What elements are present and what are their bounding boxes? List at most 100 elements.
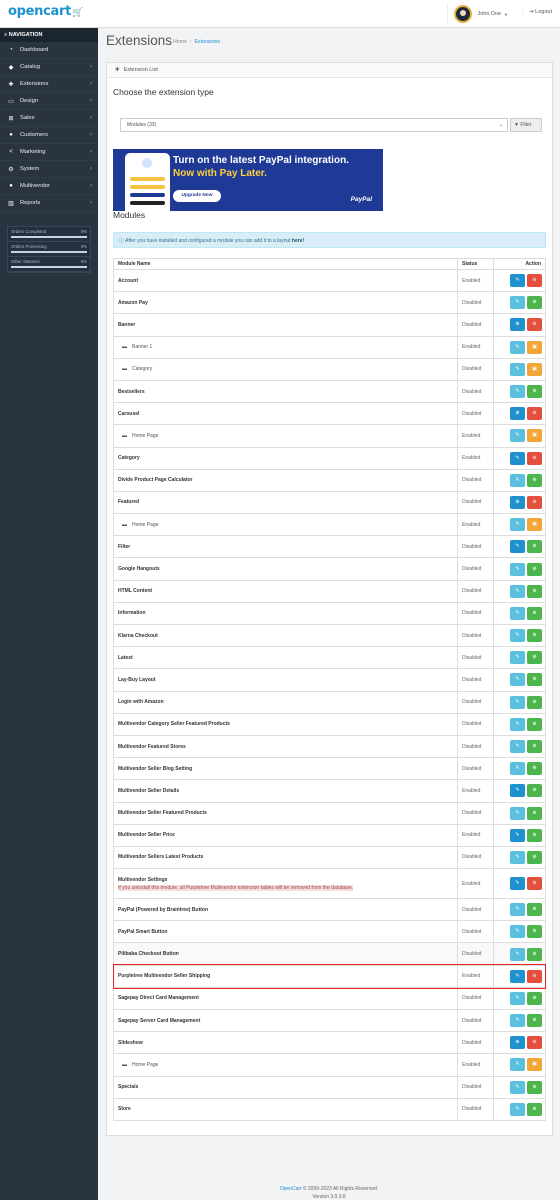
install-button[interactable]: ⊕ [527,947,542,961]
install-button[interactable]: ⊕ [527,1080,542,1094]
edit-button[interactable]: ✎ [510,673,525,687]
edit-button[interactable]: ✎ [510,651,525,665]
edit-button[interactable]: ✎ [510,429,525,443]
edit-button[interactable]: ✎ [510,1014,525,1028]
edit-button[interactable]: ✎ [510,991,525,1005]
edit-button[interactable]: ✎ [510,717,525,731]
sidebar-item-marketing[interactable]: < Marketing › [0,144,98,161]
add-button[interactable]: ⊕ [510,318,525,332]
edit-button[interactable]: ✎ [510,296,525,310]
edit-button[interactable]: ✎ [510,362,525,376]
edit-button[interactable]: ✎ [510,540,525,554]
uninstall-button[interactable]: ⊖ [527,877,542,891]
install-button[interactable]: ⊕ [527,784,542,798]
edit-button[interactable]: ✎ [510,274,525,288]
uninstall-button[interactable]: ⊖ [527,969,542,983]
alert-here-link[interactable]: here! [292,238,304,244]
install-button[interactable]: ⊕ [527,740,542,754]
install-button[interactable]: ⊕ [527,850,542,864]
uninstall-button[interactable]: ⊖ [527,318,542,332]
edit-button[interactable]: ✎ [510,850,525,864]
extension-type-select[interactable]: Modules (33) ⌄ [120,118,508,132]
edit-button[interactable]: ✎ [510,925,525,939]
install-button[interactable]: ⊕ [527,562,542,576]
sidebar-item-extensions[interactable]: ✚ Extensions › [0,76,98,93]
sidebar-item-multivendor[interactable]: ● Multivendor › [0,178,98,195]
edit-button[interactable]: ✎ [510,518,525,532]
install-button[interactable]: ⊕ [527,991,542,1005]
edit-button[interactable]: ✎ [510,473,525,487]
install-button[interactable]: ⊕ [527,762,542,776]
delete-button[interactable]: ▣ [527,429,542,443]
install-button[interactable]: ⊕ [527,540,542,554]
logout-link[interactable]: ⇥ Logout [522,9,552,15]
sidebar-item-customers[interactable]: ● Customers › [0,127,98,144]
delete-button[interactable]: ▣ [527,340,542,354]
install-button[interactable]: ⊕ [527,828,542,842]
sidebar-item-design[interactable]: ▭ Design › [0,93,98,110]
edit-button[interactable]: ✎ [510,695,525,709]
uninstall-button[interactable]: ⊖ [527,451,542,465]
edit-button[interactable]: ✎ [510,903,525,917]
col-module-name[interactable]: Module Name [113,258,458,270]
edit-button[interactable]: ✎ [510,1102,525,1116]
edit-button[interactable]: ✎ [510,1080,525,1094]
install-button[interactable]: ⊕ [527,925,542,939]
install-button[interactable]: ⊕ [527,584,542,598]
edit-button[interactable]: ✎ [510,784,525,798]
edit-button[interactable]: ✎ [510,1058,525,1072]
sidebar-item-dashboard[interactable]: ◔ Dashboard [0,42,98,59]
uninstall-button[interactable]: ⊖ [527,407,542,421]
minus-circle-icon: ⊖ [532,277,537,284]
uninstall-button[interactable]: ⊖ [527,495,542,509]
install-button[interactable]: ⊕ [527,1014,542,1028]
paypal-banner[interactable]: Turn on the latest PayPal integration. N… [113,149,383,211]
edit-button[interactable]: ✎ [510,340,525,354]
edit-button[interactable]: ✎ [510,947,525,961]
install-button[interactable]: ⊕ [527,296,542,310]
delete-button[interactable]: ▣ [527,518,542,532]
install-button[interactable]: ⊕ [527,1102,542,1116]
uninstall-button[interactable]: ⊖ [527,274,542,288]
install-button[interactable]: ⊕ [527,629,542,643]
install-button[interactable]: ⊕ [527,717,542,731]
delete-button[interactable]: ▣ [527,362,542,376]
edit-button[interactable]: ✎ [510,385,525,399]
sidebar-item-sales[interactable]: ⊞ Sales › [0,110,98,127]
breadcrumb-extensions[interactable]: Extensions [195,39,220,45]
install-button[interactable]: ⊕ [527,806,542,820]
sidebar-item-catalog[interactable]: ◆ Catalog › [0,59,98,76]
module-name: Divide Product Page Calculator [118,477,193,484]
edit-button[interactable]: ✎ [510,806,525,820]
edit-button[interactable]: ✎ [510,584,525,598]
edit-button[interactable]: ✎ [510,969,525,983]
filter-button[interactable]: ▼ Filter [510,118,542,132]
install-button[interactable]: ⊕ [527,651,542,665]
edit-button[interactable]: ✎ [510,562,525,576]
add-button[interactable]: ⊕ [510,1036,525,1050]
edit-button[interactable]: ✎ [510,451,525,465]
delete-button[interactable]: ▣ [527,1058,542,1072]
user-menu[interactable]: John Doe ▼ [447,3,514,25]
edit-button[interactable]: ✎ [510,828,525,842]
install-button[interactable]: ⊕ [527,903,542,917]
install-button[interactable]: ⊕ [527,385,542,399]
uninstall-button[interactable]: ⊖ [527,1036,542,1050]
add-button[interactable]: ⊕ [510,407,525,421]
edit-button[interactable]: ✎ [510,629,525,643]
edit-button[interactable]: ✎ [510,877,525,891]
add-button[interactable]: ⊕ [510,495,525,509]
opencart-link[interactable]: OpenCart [280,1186,302,1192]
edit-button[interactable]: ✎ [510,606,525,620]
breadcrumb-home[interactable]: Home [173,39,187,45]
install-button[interactable]: ⊕ [527,606,542,620]
install-button[interactable]: ⊕ [527,695,542,709]
sidebar-item-system[interactable]: ⚙ System › [0,161,98,178]
install-button[interactable]: ⊕ [527,673,542,687]
upgrade-now-button[interactable]: Upgrade Now [173,190,221,202]
edit-button[interactable]: ✎ [510,762,525,776]
install-button[interactable]: ⊕ [527,473,542,487]
sidebar-item-reports[interactable]: ▥ Reports › [0,195,98,212]
edit-button[interactable]: ✎ [510,740,525,754]
opencart-logo[interactable]: opencart🛒 [8,4,83,19]
